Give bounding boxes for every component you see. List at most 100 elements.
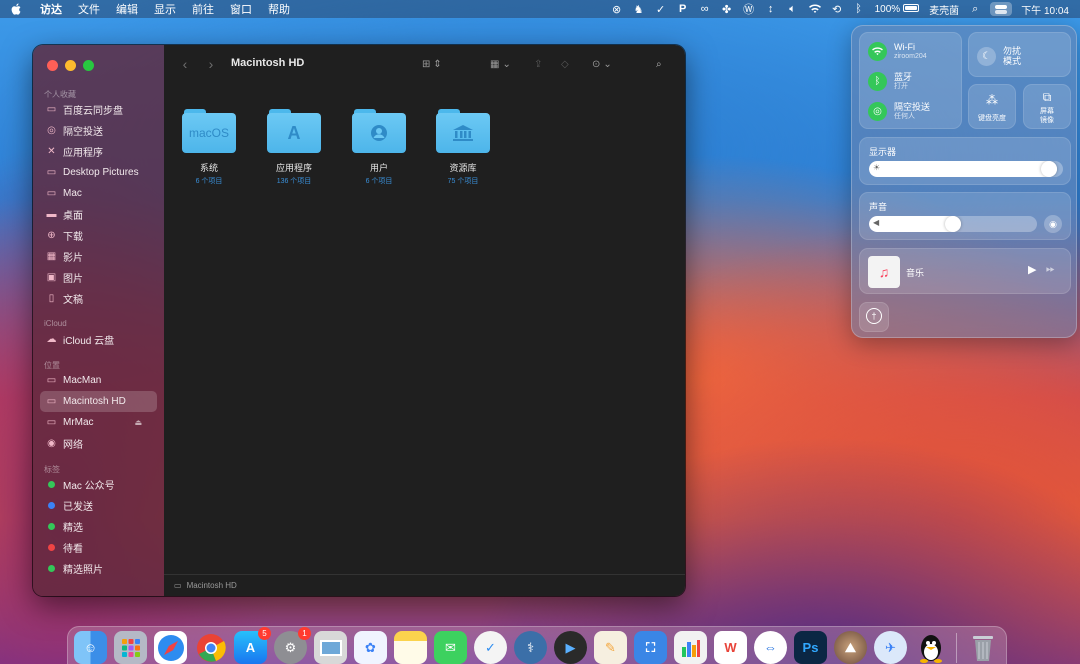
sidebar-item-network[interactable]: ◉ 网络 xyxy=(40,433,157,454)
fan-icon[interactable]: ✤ xyxy=(716,0,738,18)
airdrop-toggle[interactable]: ◎ 隔空投送 任何人 xyxy=(868,102,930,121)
file-item-system[interactable]: macOS 系统 6 个项目 xyxy=(174,107,244,186)
display-brightness-slider[interactable]: ☀ xyxy=(869,161,1063,177)
view-mode-button[interactable]: ⊞ ⇕ xyxy=(422,56,442,72)
menu-window[interactable]: 窗口 xyxy=(222,1,260,17)
qq-icon[interactable]: ♞ xyxy=(628,0,650,18)
photoshop-icon[interactable]: Ps xyxy=(794,631,827,664)
menu-edit[interactable]: 编辑 xyxy=(108,1,146,17)
apple-menu-icon[interactable] xyxy=(10,2,24,16)
things-icon[interactable]: ✓ xyxy=(474,631,507,664)
sidebar-item-icloud-drive[interactable]: ☁ iCloud 云盘 xyxy=(40,329,157,350)
sidebar-item-mrmac[interactable]: ▭ MrMac ⏏ xyxy=(40,412,157,433)
wifi-toggle[interactable]: Wi-Fi ziroom204 xyxy=(868,42,927,61)
tag-button[interactable]: ◇ xyxy=(561,56,569,72)
sidebar-item-documents[interactable]: ▯ 文稿 xyxy=(40,288,157,309)
volume-slider[interactable]: ◀ xyxy=(869,216,1037,232)
file-item-applications[interactable]: A 应用程序 136 个项目 xyxy=(259,107,329,186)
baidu-netdisk-icon[interactable]: ✿ xyxy=(354,631,387,664)
bluetooth-toggle[interactable]: ᛒ 蓝牙 打开 xyxy=(868,72,912,91)
minimize-window-button[interactable] xyxy=(65,60,76,71)
menu-clock[interactable]: 下午 10:04 xyxy=(1016,2,1074,17)
system-preferences-icon[interactable]: ⚙ 1 xyxy=(274,627,311,664)
menu-view[interactable]: 显示 xyxy=(146,1,184,17)
qq-icon[interactable] xyxy=(914,631,947,664)
sidebar-tag-featured-photos[interactable]: 精选照片 xyxy=(40,558,157,579)
next-track-button[interactable]: ⏩︎ xyxy=(1046,263,1055,276)
group-button[interactable]: ▦ ⌄ xyxy=(490,56,511,72)
glasses-icon[interactable]: ∞ xyxy=(694,0,716,18)
menu-go[interactable]: 前往 xyxy=(184,1,222,17)
wordpress-icon[interactable]: Ⓦ xyxy=(738,0,760,18)
action-button[interactable]: ⊙ ⌄ xyxy=(592,56,612,72)
control-center-icon[interactable] xyxy=(990,2,1013,16)
sidebar-item-downloads[interactable]: ⊕ 下载 xyxy=(40,225,157,246)
spotlight-search-icon[interactable]: ⌕ xyxy=(964,0,986,18)
testflight-icon[interactable]: ✈ xyxy=(874,631,907,664)
notes-icon[interactable] xyxy=(394,631,427,664)
accessibility-shortcuts-button[interactable]: † xyxy=(859,302,889,332)
eject-icon[interactable]: ⏏ xyxy=(134,418,142,427)
sidebar-item-airdrop[interactable]: ◎ 隔空投送 xyxy=(40,120,157,141)
finder-icon[interactable]: ☺ xyxy=(74,631,107,664)
teamviewer-icon[interactable]: ⇔ xyxy=(754,631,787,664)
keynote-icon[interactable]: ⛶ xyxy=(634,631,667,664)
sidebar-item-desktop-pictures[interactable]: ▭ Desktop Pictures xyxy=(40,162,157,183)
sync-icon[interactable]: ⟲ xyxy=(826,0,848,18)
bluetooth-icon[interactable]: ᛒ xyxy=(848,0,870,18)
slider-knob[interactable] xyxy=(945,216,961,232)
numbers-icon[interactable] xyxy=(674,631,707,664)
sidebar-item-desktop[interactable]: ▬ 桌面 xyxy=(40,204,157,225)
sidebar-item-macintosh-hd[interactable]: ▭ Macintosh HD xyxy=(40,391,157,412)
share-button[interactable]: ⇪ xyxy=(534,56,542,72)
path-bar-item[interactable]: Macintosh HD xyxy=(187,581,237,590)
menu-app-name[interactable]: 访达 xyxy=(36,1,70,17)
p-icon[interactable]: P xyxy=(672,0,694,18)
trash-icon[interactable] xyxy=(966,631,999,664)
airplay-audio-icon[interactable]: ◉ xyxy=(1044,215,1062,233)
preview-icon[interactable] xyxy=(314,631,347,664)
menu-help[interactable]: 帮助 xyxy=(260,1,298,17)
check-circle-icon[interactable]: ✓ xyxy=(650,0,672,18)
wps-icon[interactable]: W xyxy=(714,631,747,664)
infuse-icon[interactable]: ▶ xyxy=(554,631,587,664)
user-name[interactable]: 麦壳菌 xyxy=(924,2,964,17)
sidebar-tag-mac-gongzhonghao[interactable]: Mac 公众号 xyxy=(40,474,157,495)
close-circle-icon[interactable]: ⊗ xyxy=(606,0,628,18)
file-item-users[interactable]: 用户 6 个项目 xyxy=(344,107,414,186)
battery-percent[interactable]: 100% xyxy=(870,3,925,15)
play-button[interactable]: ▶ xyxy=(1028,263,1036,276)
pages-icon[interactable]: ✎ xyxy=(594,631,627,664)
zoom-window-button[interactable] xyxy=(83,60,94,71)
sidebar-item-applications[interactable]: ✕ 应用程序 xyxy=(40,141,157,162)
macos-installer-icon[interactable]: ⛰ xyxy=(834,631,867,664)
chrome-icon[interactable] xyxy=(194,631,227,664)
dnd-toggle[interactable]: ☾ 勿扰 模式 xyxy=(968,32,1071,77)
wechat-icon[interactable]: ✉ xyxy=(434,631,467,664)
volume-icon[interactable]: 🔈︎ xyxy=(782,0,804,18)
file-item-library[interactable]: 资源库 75 个项目 xyxy=(428,107,498,186)
sidebar-item-movies[interactable]: ▦ 影片 xyxy=(40,246,157,267)
keyboard-brightness-button[interactable]: ⁂ 键盘亮度 xyxy=(968,84,1016,129)
sidebar-tag-to-watch[interactable]: 待看 xyxy=(40,537,157,558)
search-button[interactable]: ⌕ xyxy=(656,56,662,72)
close-window-button[interactable] xyxy=(47,60,58,71)
updown-icon[interactable]: ↕ xyxy=(760,0,782,18)
app-store-icon[interactable]: A5 xyxy=(234,627,271,664)
launchpad-icon[interactable] xyxy=(114,631,147,664)
sidebar-item-baidu[interactable]: ▭ 百度云同步盘 xyxy=(40,99,157,120)
back-button[interactable]: ‹ xyxy=(178,56,192,72)
slider-knob[interactable] xyxy=(1041,161,1057,177)
sidebar-tag-featured[interactable]: 精选 xyxy=(40,516,157,537)
sidebar-item-pictures[interactable]: ▣ 图片 xyxy=(40,267,157,288)
sidebar-item-mac[interactable]: ▭ Mac xyxy=(40,183,157,204)
screen-mirroring-button[interactable]: ⧉ 屏幕 镜像 xyxy=(1023,84,1071,129)
safari-icon[interactable] xyxy=(154,631,187,664)
forward-button[interactable]: › xyxy=(204,56,218,72)
disk-utility-icon[interactable]: ⚕ xyxy=(514,631,547,664)
menu-file[interactable]: 文件 xyxy=(70,1,108,17)
now-playing-tile[interactable]: ♫ 音乐 ▶ ⏩︎ xyxy=(859,248,1071,294)
sidebar-tag-sent[interactable]: 已发送 xyxy=(40,495,157,516)
wifi-icon[interactable] xyxy=(804,0,826,18)
sidebar-item-macman[interactable]: ▭ MacMan xyxy=(40,370,157,391)
